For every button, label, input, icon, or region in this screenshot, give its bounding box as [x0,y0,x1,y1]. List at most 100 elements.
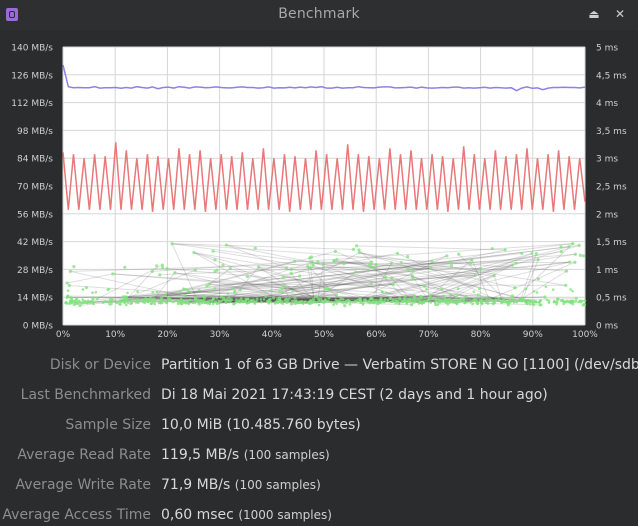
x-tick-label: 40% [262,330,282,340]
y-left-tick-label: 70 MB/s [17,183,53,193]
access-time-point [284,298,287,301]
access-time-point [302,302,305,305]
access-time-point [337,300,340,303]
access-time-point [76,302,79,305]
benchmark-chart-svg: 0 MB/s14 MB/s28 MB/s42 MB/s56 MB/s70 MB/… [0,30,638,345]
access-time-point [412,301,415,304]
access-time-point [92,302,95,305]
access-time-point [386,299,389,302]
access-time-point [546,299,549,302]
access-time-point [489,299,492,302]
access-time-point [411,277,414,280]
access-time-point [269,301,272,304]
y-right-tick-label: 4,5 ms [596,71,627,81]
y-left-tick-label: 0 MB/s [23,322,54,332]
access-time-point [536,291,539,294]
info-value-text: 71,9 MB/s [161,477,230,493]
access-time-point [322,300,325,303]
y-left-tick-label: 84 MB/s [17,155,53,165]
access-time-point [400,261,403,264]
access-time-point [204,301,207,304]
access-time-point [167,299,170,302]
access-time-point [147,300,150,303]
access-time-point [477,301,480,304]
access-time-point [349,303,352,306]
access-time-point [278,290,281,293]
access-time-point [342,262,345,265]
access-time-point [151,302,154,305]
access-time-point [237,300,240,303]
access-time-point [478,287,481,290]
access-time-point [437,300,440,303]
access-time-point [406,255,409,258]
access-time-point [392,299,395,302]
access-time-point [383,301,386,304]
info-label: Average Read Rate [17,447,151,463]
access-time-point [277,301,280,304]
access-time-point [78,300,81,303]
access-time-point [290,268,293,271]
access-time-point [579,254,582,257]
access-time-point [183,294,186,297]
access-time-point [445,299,448,302]
access-time-point [375,263,378,266]
access-time-point [211,249,214,252]
info-label: Average Write Rate [16,477,151,493]
access-time-point [449,293,452,296]
access-time-point [565,270,568,273]
access-time-point [291,300,294,303]
access-time-point [264,295,267,298]
access-time-point [293,296,296,299]
access-time-point [448,260,451,263]
access-time-point [69,299,72,302]
close-icon[interactable]: ✕ [612,6,628,22]
access-time-point [214,287,217,290]
access-time-point [181,303,184,306]
access-time-point [530,252,533,255]
access-time-point [450,264,453,267]
access-time-point [253,302,256,305]
access-time-point [192,301,195,304]
y-right-tick-label: 2,5 ms [596,183,627,193]
info-value[interactable]: Partition 1 of 63 GB Drive — Verbatim ST… [161,357,638,373]
access-time-point [227,292,230,295]
access-time-point [454,299,457,302]
access-time-point [327,296,330,299]
access-time-point [500,300,503,303]
eject-icon[interactable]: ⏏ [586,6,602,22]
access-time-point [151,291,154,294]
y-right-tick-label: 3,5 ms [596,127,627,137]
access-time-point [385,291,388,294]
access-time-point [367,301,370,304]
access-time-point [194,301,197,304]
access-time-point [447,303,450,306]
access-time-point [123,298,126,301]
info-row-device: Disk or Device Partition 1 of 63 GB Driv… [0,354,638,376]
info-value: 71,9 MB/s (100 samples) [161,477,321,493]
info-value-text: Di 18 Mai 2021 17:43:19 CEST (2 days and… [161,387,548,403]
access-time-point [481,303,484,306]
access-time-point [315,301,318,304]
access-time-point [164,300,167,303]
access-time-point [568,261,571,264]
access-time-point [144,297,147,300]
y-right-tick-label: 2 ms [596,210,618,220]
access-time-point [130,299,133,302]
y-right-tick-label: 1,5 ms [596,238,627,248]
access-time-point [310,255,313,258]
info-value-note: (100 samples) [244,448,330,462]
access-time-point [432,298,435,301]
info-row-read-rate: Average Read Rate 119,5 MB/s (100 sample… [0,444,638,466]
access-time-point [260,301,263,304]
info-value: 0,60 msec (1000 samples) [161,507,332,523]
access-time-point [519,298,522,301]
info-row-last-benchmarked: Last Benchmarked Di 18 Mai 2021 17:43:19… [0,384,638,406]
x-tick-label: 80% [471,330,491,340]
access-time-point [355,244,358,247]
access-time-point [335,258,338,261]
access-time-point [396,252,399,255]
window-title: Benchmark [0,6,638,22]
access-time-point [466,301,469,304]
access-time-point [366,269,369,272]
access-time-point [479,267,482,270]
